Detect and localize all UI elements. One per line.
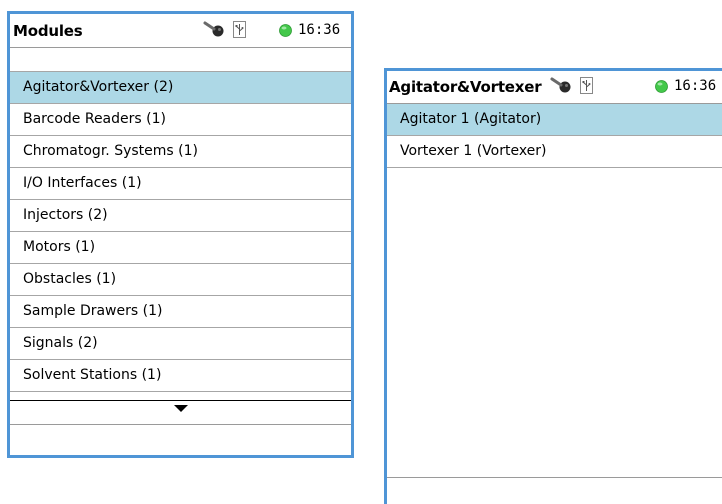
module-list-item[interactable]: Obstacles (1) [10,264,351,296]
module-list-item[interactable]: Signals (2) [10,328,351,360]
usb-icon [233,21,246,38]
modules-list: Agitator&Vortexer (2) Barcode Readers (1)… [10,71,351,392]
device-list-item[interactable]: Agitator 1 (Agitator) [387,104,722,136]
device-list-item[interactable]: Vortexer 1 (Vortexer) [387,136,722,168]
module-list-item[interactable]: Motors (1) [10,232,351,264]
devices-list: Agitator 1 (Agitator) Vortexer 1 (Vortexe… [387,104,722,168]
clock-time: 16:36 [674,78,717,94]
arrow-down-icon [173,405,188,412]
module-list-item[interactable]: Injectors (2) [10,200,351,232]
detail-title: Agitator&Vortexer [389,78,542,96]
modules-titlebar: Modules 16:36 [10,14,351,48]
module-list-item[interactable]: Solvent Stations (1) [10,360,351,392]
clock-time: 16:36 [298,22,341,38]
usb-icon [580,77,593,94]
key-icon [203,21,224,37]
module-list-item[interactable]: Chromatogr. Systems (1) [10,136,351,168]
module-list-item[interactable]: Agitator&Vortexer (2) [10,72,351,104]
module-list-item[interactable]: Sample Drawers (1) [10,296,351,328]
bottom-divider [387,477,722,478]
scroll-down-button[interactable] [10,400,351,425]
modules-screen: Modules 16:36 Agitator&Vortexer (2) Barco… [7,11,354,458]
modules-title: Modules [13,22,83,40]
status-led-icon [279,24,292,37]
agitator-vortexer-screen: Agitator&Vortexer 16:36 Agitator 1 (Agit… [384,68,722,504]
module-list-item[interactable]: I/O Interfaces (1) [10,168,351,200]
key-icon [550,77,571,93]
detail-titlebar: Agitator&Vortexer 16:36 [387,71,722,104]
status-led-icon [655,80,668,93]
module-list-item[interactable]: Barcode Readers (1) [10,104,351,136]
